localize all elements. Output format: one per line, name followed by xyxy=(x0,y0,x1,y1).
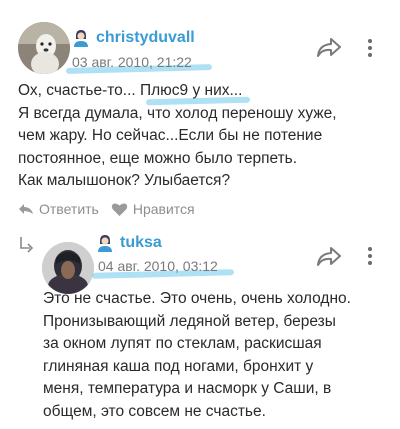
like-label: Нравится xyxy=(132,201,195,217)
share-icon[interactable] xyxy=(316,37,342,59)
comment-date: 04 авг. 2010, 03:12 xyxy=(98,258,218,274)
comment-text: Это не счастье. Это очень, очень холодно… xyxy=(43,290,351,420)
comment-text: Ох, счастье-то... Плюс9 у них... Я всегд… xyxy=(18,82,337,190)
avatar[interactable] xyxy=(42,242,94,294)
comment-date: 03 авг. 2010, 21:22 xyxy=(72,54,192,70)
heart-icon xyxy=(111,202,127,216)
reply-icon xyxy=(19,204,33,214)
reply-label: Ответить xyxy=(39,201,99,217)
more-icon[interactable] xyxy=(367,246,373,266)
share-icon[interactable] xyxy=(316,246,342,268)
user-icon xyxy=(74,30,88,47)
avatar[interactable] xyxy=(18,22,70,74)
like-button[interactable]: Нравится xyxy=(111,201,195,217)
user-icon xyxy=(98,235,112,252)
user-line: christyduvall xyxy=(72,28,195,48)
username[interactable]: tuksa xyxy=(120,234,162,252)
more-icon[interactable] xyxy=(367,38,373,58)
reply-arrow-icon xyxy=(20,237,34,253)
comment-actions: Ответить Нравится xyxy=(18,201,207,217)
reply-button[interactable]: Ответить xyxy=(18,201,99,217)
user-line: tuksa xyxy=(96,233,162,253)
username[interactable]: christyduvall xyxy=(96,29,195,47)
